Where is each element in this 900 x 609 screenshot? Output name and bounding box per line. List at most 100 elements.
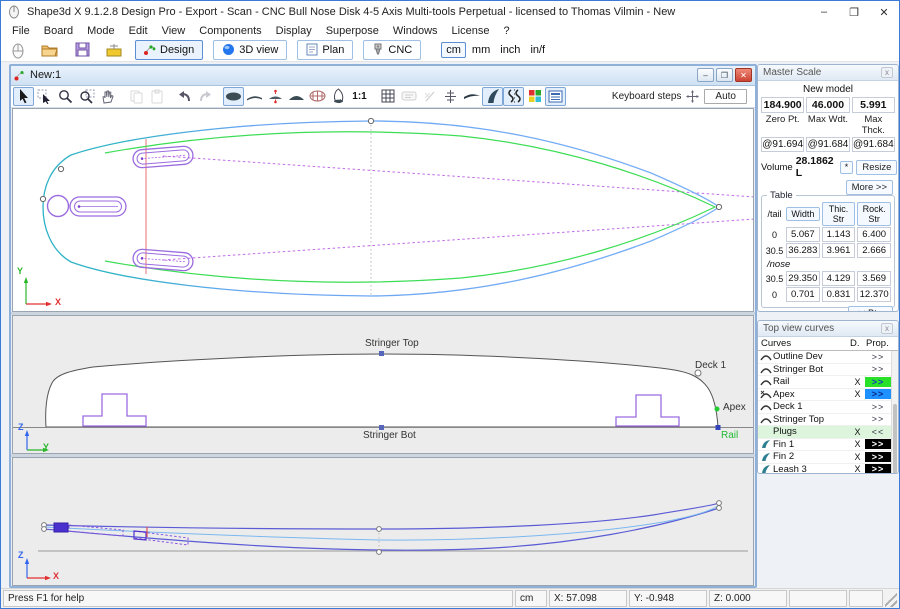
menu-display[interactable]: Display	[269, 25, 319, 37]
outline-view-toggle[interactable]	[223, 87, 244, 106]
mouse-tool-icon[interactable]	[7, 40, 29, 60]
curve-row-outline-dev[interactable]: Outline Dev>>	[758, 351, 898, 364]
rail-point[interactable]	[716, 425, 721, 430]
curves-panel-close-icon[interactable]: x	[881, 323, 893, 334]
curve-row-deck1[interactable]: Deck 1>>	[758, 401, 898, 414]
row-width[interactable]: 36.283	[786, 243, 820, 258]
unit-inf[interactable]: in/f	[526, 43, 549, 57]
row-thic[interactable]: 1.143	[822, 227, 856, 242]
thic-str-col-header[interactable]: Thic. Str	[822, 202, 856, 226]
menu-superpose[interactable]: Superpose	[319, 25, 386, 37]
apex-curve[interactable]	[105, 131, 715, 282]
side-fin-box-bottom[interactable]	[132, 248, 193, 271]
width-col-header[interactable]: Width	[786, 207, 820, 221]
copy-icon[interactable]	[125, 87, 146, 106]
leash-plug[interactable]	[48, 195, 69, 216]
star-button[interactable]: *	[840, 161, 854, 174]
open-file-icon[interactable]	[39, 40, 61, 60]
menu-components[interactable]: Components	[192, 25, 268, 37]
3d-view-button[interactable]: 3D view	[213, 40, 287, 60]
colors-toggle[interactable]	[524, 87, 545, 106]
apex-rocker-curve[interactable]	[44, 505, 719, 540]
unit-mm[interactable]: mm	[468, 43, 494, 57]
rocker-view-toggle[interactable]	[244, 87, 265, 106]
unit-cm[interactable]: cm	[441, 42, 466, 58]
curve-row-stringer-bot[interactable]: Stringer Bot>>	[758, 364, 898, 377]
export-scan-icon[interactable]	[103, 40, 125, 60]
max-wdt-value[interactable]: @91.684	[806, 137, 849, 152]
thickness-view-toggle[interactable]	[265, 87, 286, 106]
measurements-toggle[interactable]	[398, 87, 419, 106]
doc-close-button[interactable]: ✕	[735, 68, 752, 82]
move-steps-icon[interactable]	[686, 90, 699, 103]
guides-toggle[interactable]	[440, 87, 461, 106]
row-thic[interactable]: 0.831	[822, 287, 856, 302]
scale-1-1-button[interactable]: 1:1	[349, 87, 370, 106]
master-scale-header[interactable]: Master Scale x	[758, 65, 898, 81]
save-icon[interactable]	[71, 40, 93, 60]
minimize-button[interactable]: –	[809, 2, 839, 23]
doc-minimize-button[interactable]: –	[697, 68, 714, 82]
properties-panel-toggle[interactable]	[545, 87, 566, 106]
undo-icon[interactable]	[174, 87, 195, 106]
curves-scrollbar-thumb[interactable]	[893, 404, 897, 474]
row-width[interactable]: 29.350	[786, 271, 820, 286]
curve-row-fin1[interactable]: Fin 1X>>	[758, 439, 898, 452]
maximize-button[interactable]: ❐	[839, 2, 869, 23]
prop-col-label[interactable]: Prop.	[866, 338, 898, 349]
doc-restore-button[interactable]: ❐	[716, 68, 733, 82]
menu-windows[interactable]: Windows	[386, 25, 445, 37]
curve-row-rail[interactable]: RailX>>	[758, 376, 898, 389]
menu-file[interactable]: File	[5, 25, 37, 37]
menu-board[interactable]: Board	[37, 25, 80, 37]
row-thic[interactable]: 4.129	[822, 271, 856, 286]
length-value[interactable]: 184.900	[761, 97, 804, 113]
unit-inch[interactable]: inch	[496, 43, 524, 57]
plan-button[interactable]: Plan	[297, 40, 353, 60]
paste-icon[interactable]	[146, 87, 167, 106]
resize-grip[interactable]	[885, 590, 897, 607]
row-rock[interactable]: 12.370	[857, 287, 891, 302]
thickness-value[interactable]: 5.991	[852, 97, 895, 113]
row-rock[interactable]: 3.569	[857, 271, 891, 286]
resize-button[interactable]: Resize	[856, 160, 897, 175]
zoom-area-tool[interactable]	[76, 87, 97, 106]
auto-button[interactable]: Auto	[704, 89, 747, 104]
curve-row-leash3[interactable]: Leash 3X>>	[758, 464, 898, 475]
rock-str-col-header[interactable]: Rock. Str	[857, 202, 891, 226]
deck-rocker-curve[interactable]	[44, 503, 719, 529]
slice-view-canvas[interactable]: Stringer Top Stringer Bot Deck 1 Apex Ra…	[12, 315, 754, 454]
row-width[interactable]: 5.067	[786, 227, 820, 242]
top-view-canvas[interactable]: Y X	[12, 108, 754, 312]
curve-row-fin2[interactable]: Fin 2X>>	[758, 451, 898, 464]
grid-toggle[interactable]	[377, 87, 398, 106]
d-col-label[interactable]: D.	[850, 338, 866, 349]
deck-view-toggle[interactable]	[286, 87, 307, 106]
row-thic[interactable]: 3.961	[822, 243, 856, 258]
select-area-tool[interactable]	[34, 87, 55, 106]
more-button[interactable]: More >>	[846, 180, 893, 195]
row-rock[interactable]: 2.666	[857, 243, 891, 258]
board-outline-curve[interactable]	[43, 121, 719, 296]
master-scale-close-icon[interactable]: x	[881, 67, 893, 78]
zero-pt-value[interactable]: @91.694	[761, 137, 804, 152]
fin-toggle[interactable]	[482, 87, 503, 106]
menu-license[interactable]: License	[445, 25, 497, 37]
max-thck-value[interactable]: @91.684	[852, 137, 895, 152]
row-rock[interactable]: 6.400	[857, 227, 891, 242]
pan-hand-tool[interactable]	[97, 87, 118, 106]
design-mode-button[interactable]: Design	[135, 40, 203, 60]
center-fin-box[interactable]	[70, 197, 126, 216]
btns-button[interactable]: << Btns	[848, 306, 893, 312]
menu-edit[interactable]: Edit	[122, 25, 155, 37]
menu-view[interactable]: View	[155, 25, 193, 37]
menu-mode[interactable]: Mode	[80, 25, 122, 37]
width-value[interactable]: 46.000	[806, 97, 849, 113]
zoom-tool[interactable]	[55, 87, 76, 106]
curve-row-plugs[interactable]: PlugsX<<	[758, 426, 898, 439]
curve-row-stringer-top[interactable]: Stringer Top>>	[758, 414, 898, 427]
rocker-view-canvas[interactable]: Z X	[12, 457, 754, 586]
menu-help[interactable]: ?	[496, 25, 516, 37]
perspective-view-toggle[interactable]	[328, 87, 349, 106]
row-width[interactable]: 0.701	[786, 287, 820, 302]
